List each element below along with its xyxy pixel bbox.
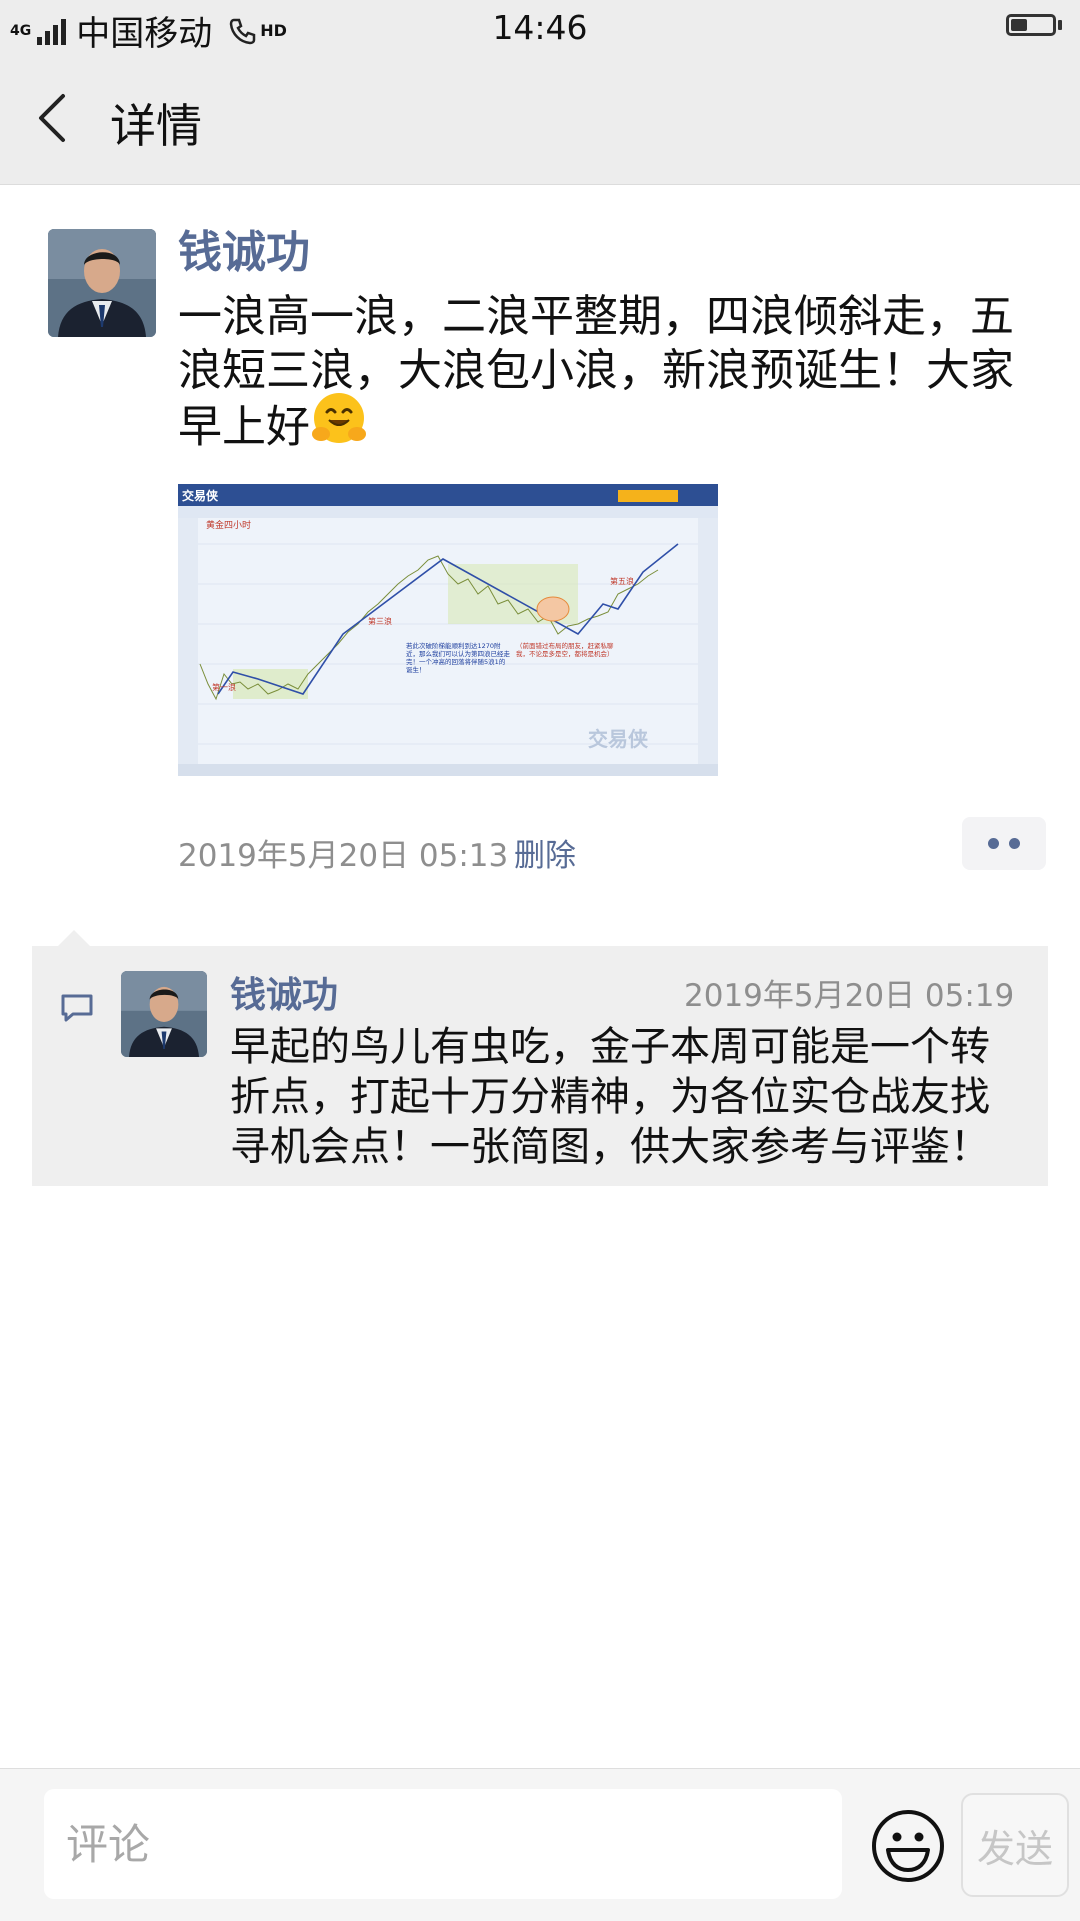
comment-timestamp: 2019年5月20日 05:19 — [684, 978, 1015, 1014]
hugging-face-emoji — [310, 390, 368, 461]
post-text-body: 一浪高一浪，二浪平整期，四浪倾斜走，五浪短三浪，大浪包小浪，新浪预诞生！大家早上… — [178, 291, 1014, 453]
battery-level — [1011, 19, 1027, 31]
author-avatar[interactable] — [48, 229, 156, 337]
image-note-left: 若此次破阶梯能顺利到达1270附近，那么我们可以认为第四浪已经走完！一个冲高的回… — [406, 642, 510, 674]
dot-icon — [1009, 838, 1020, 849]
image-label-wave5: 第五浪 — [610, 576, 634, 586]
comment-input[interactable] — [44, 1789, 842, 1899]
post-text: 一浪高一浪，二浪平整期，四浪倾斜走，五浪短三浪，大浪包小浪，新浪预诞生！大家早上… — [178, 290, 1038, 461]
comment-pointer — [58, 930, 90, 946]
comment-author-name[interactable]: 钱诚功 — [230, 966, 338, 1018]
image-watermark: 交易侠 — [588, 727, 649, 751]
smiley-icon — [872, 1810, 944, 1882]
status-time: 14:46 — [492, 8, 588, 47]
post-author-name[interactable]: 钱诚功 — [178, 216, 310, 280]
chart-screenshot: 交易侠 黄金四小时 第一浪 第三浪 第五浪 若此次破阶梯能顺利到达1270附近，… — [178, 484, 718, 776]
image-brand: 交易侠 — [182, 488, 219, 503]
chevron-left-icon — [39, 94, 65, 142]
image-label-wave3: 第三浪 — [368, 616, 392, 626]
back-button[interactable] — [30, 86, 74, 150]
comment-author-avatar[interactable] — [121, 971, 207, 1057]
more-actions-button[interactable] — [962, 817, 1046, 870]
avatar-photo — [48, 229, 156, 337]
emoji-button[interactable] — [870, 1808, 946, 1884]
post-image[interactable]: 交易侠 黄金四小时 第一浪 第三浪 第五浪 若此次破阶梯能顺利到达1270附近，… — [178, 484, 718, 776]
status-bar: 4G 中国移动 HD 14:46 — [0, 0, 1080, 56]
image-label-wave1: 第一浪 — [212, 682, 236, 692]
image-note-right: （前面错过布局的朋友，赶紧私聊我，不论是多是空，都将是机会） — [516, 642, 614, 658]
image-chart-title: 黄金四小时 — [206, 519, 251, 531]
delete-button[interactable]: 删除 — [514, 830, 576, 875]
post-timestamp: 2019年5月20日 05:13 — [178, 838, 509, 874]
comment-text[interactable]: 早起的鸟儿有虫吃，金子本周可能是一个转折点，打起十万分精神，为各位实仓战友找寻机… — [230, 1022, 1020, 1172]
comment-icon — [60, 993, 94, 1027]
page-title: 详情 — [110, 99, 202, 153]
battery-icon — [1006, 14, 1062, 36]
top-bar: 4G 中国移动 HD 14:46 详情 — [0, 0, 1080, 185]
avatar-photo — [121, 971, 207, 1057]
send-button[interactable]: 发送 — [961, 1793, 1069, 1897]
dot-icon — [988, 838, 999, 849]
